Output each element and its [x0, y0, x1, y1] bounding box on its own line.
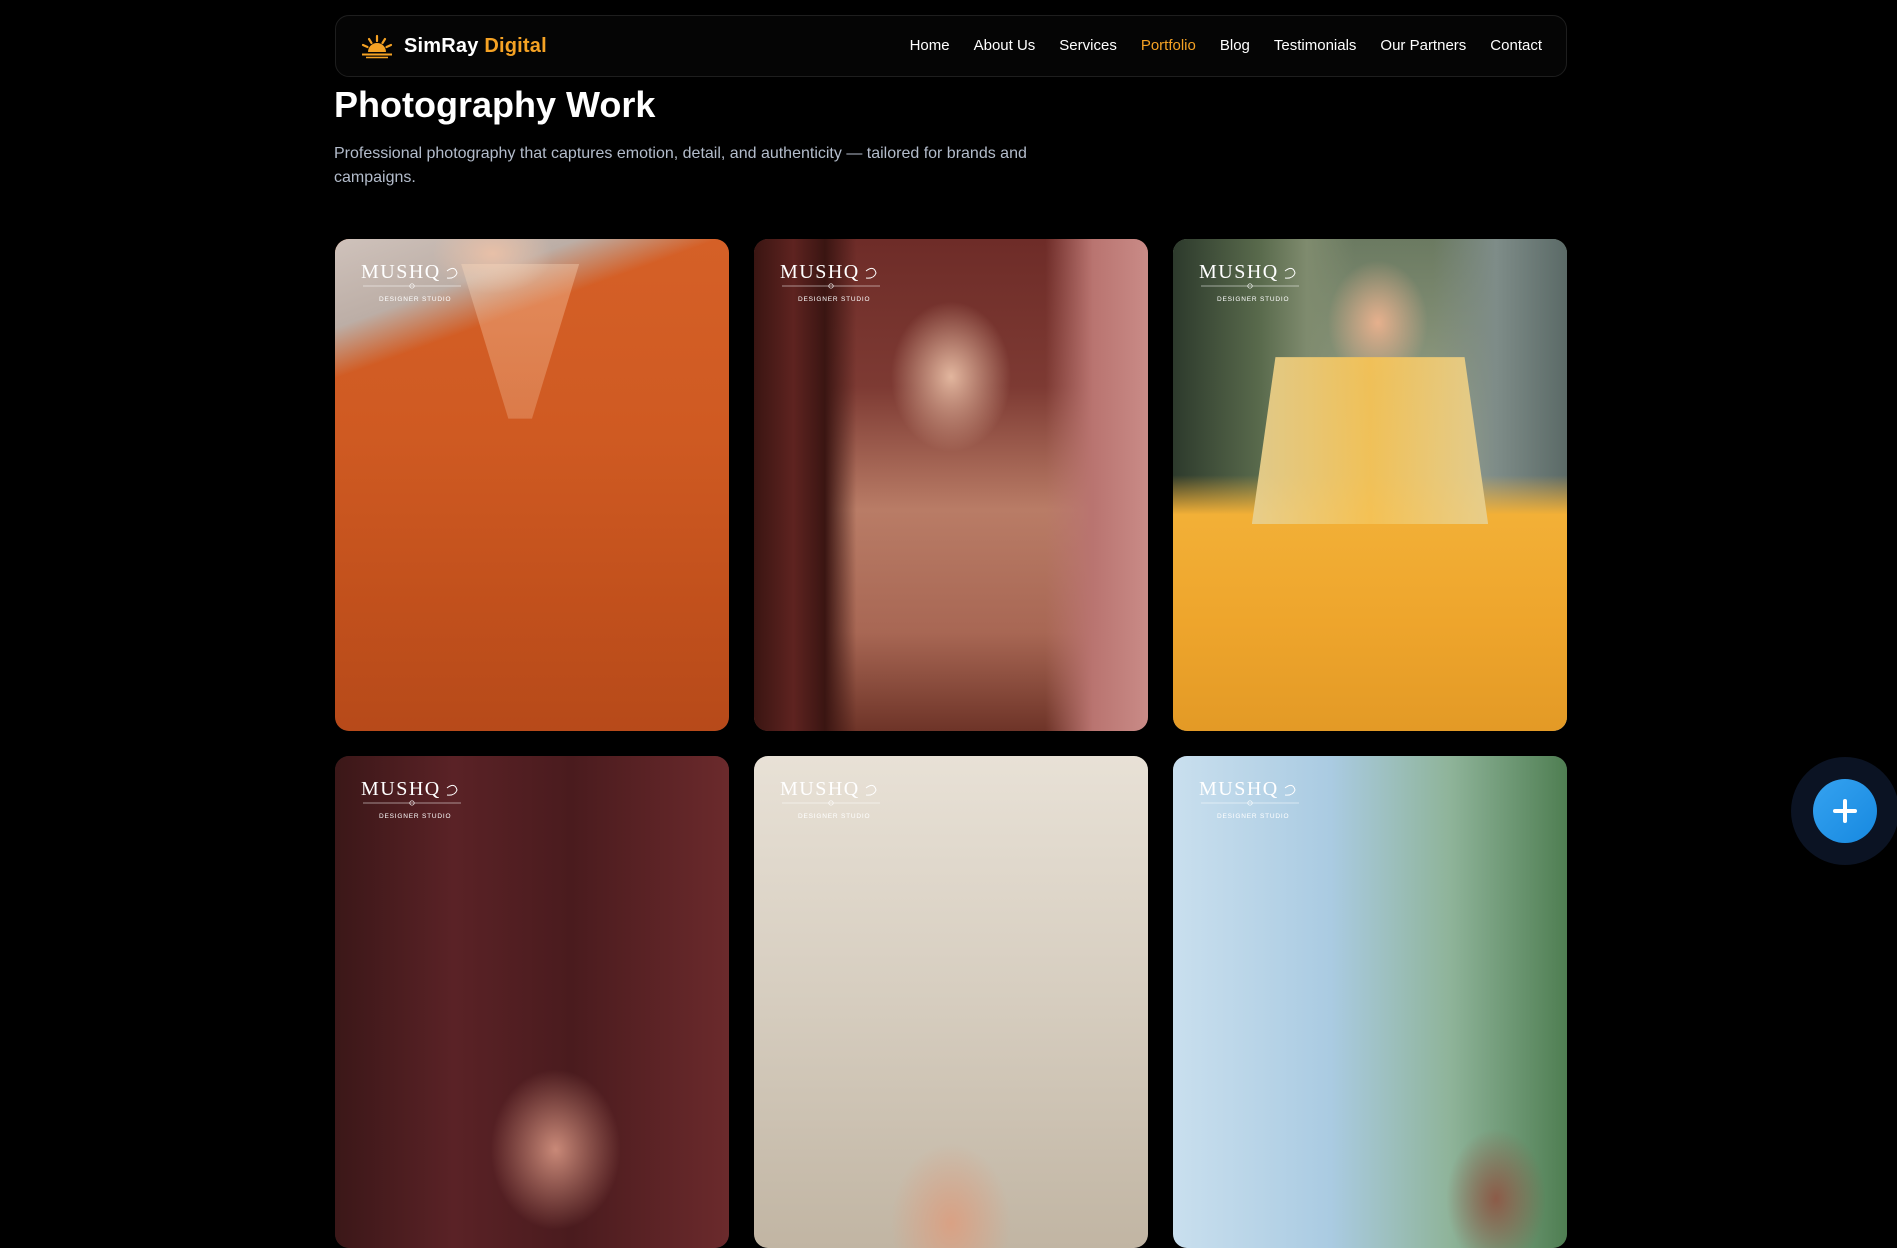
gallery-card[interactable]: MUSHQ DESIGNER STUDIO [754, 756, 1148, 1248]
outdoor-garden-portrait-photo [1173, 756, 1567, 1248]
svg-text:MUSHQ: MUSHQ [1199, 261, 1279, 283]
svg-text:MUSHQ: MUSHQ [780, 778, 860, 800]
svg-text:MUSHQ: MUSHQ [780, 261, 860, 283]
nav-item-about-us: About Us [974, 37, 1036, 55]
mushq-watermark-logo: MUSHQ DESIGNER STUDIO [1199, 778, 1299, 820]
maroon-outfit-portrait-photo [335, 756, 729, 1248]
mushq-watermark-logo: MUSHQ DESIGNER STUDIO [780, 261, 880, 303]
svg-text:DESIGNER STUDIO: DESIGNER STUDIO [1217, 813, 1289, 820]
gallery-card[interactable]: MUSHQ DESIGNER STUDIO [335, 239, 729, 731]
site-navbar: SimRay Digital Home About Us Services Po… [335, 15, 1567, 77]
mushq-watermark-logo: MUSHQ DESIGNER STUDIO [1199, 261, 1299, 303]
brand-link[interactable]: SimRay Digital [360, 33, 547, 59]
brand-name-primary: SimRay [404, 34, 479, 57]
mushq-watermark-logo: MUSHQ DESIGNER STUDIO [361, 778, 461, 820]
nav-item-services: Services [1059, 37, 1117, 55]
svg-text:DESIGNER STUDIO: DESIGNER STUDIO [798, 813, 870, 820]
mushq-watermark-logo: MUSHQ DESIGNER STUDIO [361, 261, 461, 303]
nav-link-portfolio[interactable]: Portfolio [1141, 37, 1196, 54]
nav-item-contact: Contact [1490, 37, 1542, 55]
nav-link-blog[interactable]: Blog [1220, 37, 1250, 54]
photo-gallery: MUSHQ DESIGNER STUDIO MUSHQ DESIGNER STU… [335, 239, 1567, 1248]
nav-item-home: Home [910, 37, 950, 55]
gallery-card[interactable]: MUSHQ DESIGNER STUDIO [754, 239, 1148, 731]
nav-link-services[interactable]: Services [1059, 37, 1117, 54]
nav-link-our-partners[interactable]: Our Partners [1380, 37, 1466, 54]
svg-text:DESIGNER STUDIO: DESIGNER STUDIO [379, 813, 451, 820]
brand-name: SimRay Digital [404, 35, 547, 58]
gallery-card[interactable]: MUSHQ DESIGNER STUDIO [335, 756, 729, 1248]
nav-item-portfolio: Portfolio [1141, 37, 1196, 55]
bridal-maang-tikka-portrait-photo [754, 756, 1148, 1248]
mushq-watermark-logo: MUSHQ DESIGNER STUDIO [780, 778, 880, 820]
nav-item-our-partners: Our Partners [1380, 37, 1466, 55]
plus-icon [1833, 799, 1857, 823]
svg-text:DESIGNER STUDIO: DESIGNER STUDIO [1217, 296, 1289, 303]
yellow-lehenga-jacket-photo [1173, 239, 1567, 731]
svg-text:MUSHQ: MUSHQ [1199, 778, 1279, 800]
nav-menu: Home About Us Services Portfolio Blog Te… [910, 37, 1542, 55]
section-title: Photography Work [334, 84, 656, 125]
nav-item-blog: Blog [1220, 37, 1250, 55]
nav-link-contact[interactable]: Contact [1490, 37, 1542, 54]
svg-text:DESIGNER STUDIO: DESIGNER STUDIO [798, 296, 870, 303]
nav-link-about-us[interactable]: About Us [974, 37, 1036, 54]
gallery-card[interactable]: MUSHQ DESIGNER STUDIO [1173, 756, 1567, 1248]
nav-link-home[interactable]: Home [910, 37, 950, 54]
gallery-card[interactable]: MUSHQ DESIGNER STUDIO [1173, 239, 1567, 731]
orange-embroidered-kurta-photo [335, 239, 729, 731]
brand-name-accent: Digital [484, 34, 547, 57]
svg-text:MUSHQ: MUSHQ [361, 778, 441, 800]
sunrise-icon [361, 34, 393, 59]
svg-text:DESIGNER STUDIO: DESIGNER STUDIO [379, 296, 451, 303]
nav-item-testimonials: Testimonials [1274, 37, 1357, 55]
peach-embellished-suit-photo [754, 239, 1148, 731]
svg-text:MUSHQ: MUSHQ [361, 261, 441, 283]
section-subtitle: Professional photography that captures e… [334, 145, 1027, 186]
nav-link-testimonials[interactable]: Testimonials [1274, 37, 1357, 54]
add-floating-button[interactable] [1813, 779, 1877, 843]
fab-container [1791, 757, 1897, 865]
